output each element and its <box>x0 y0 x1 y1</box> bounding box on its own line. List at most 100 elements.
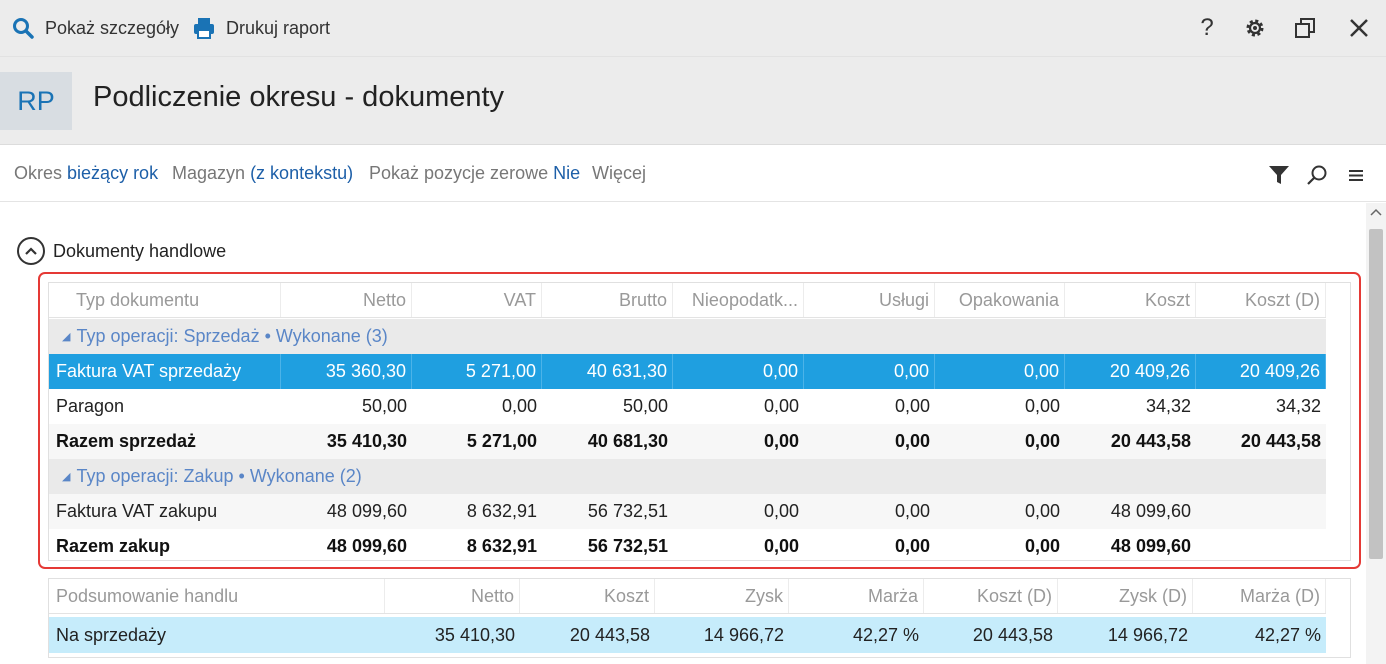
cell: 50,00 <box>361 396 407 416</box>
cell: Na sprzedaży <box>56 624 167 645</box>
page-header: RP Podliczenie okresu - dokumenty <box>0 56 1386 145</box>
cell: 20 443,58 <box>569 624 650 645</box>
cell: 0,00 <box>804 354 935 389</box>
cell: 40 681,30 <box>587 431 668 451</box>
funnel-icon <box>1269 166 1289 184</box>
menu-button[interactable] <box>1343 162 1369 188</box>
summary-grid: Podsumowanie handlu Netto Koszt Zysk Mar… <box>48 578 1351 658</box>
col-header-cost-d[interactable]: Koszt (D) <box>1196 283 1326 317</box>
summary-row[interactable]: Na sprzedaży 35 410,30 20 443,58 14 966,… <box>49 617 1326 653</box>
col-header-untaxed[interactable]: Nieopodatk... <box>673 283 804 317</box>
summary-col-margin[interactable]: Marża <box>789 579 924 613</box>
zero-items-filter[interactable]: Pokaż pozycje zerowe Nie <box>369 163 580 184</box>
printer-icon <box>194 18 214 39</box>
warehouse-filter-label: Magazyn <box>172 163 246 183</box>
cell: Faktura VAT zakupu <box>56 501 218 521</box>
cell: 34,32 <box>1275 396 1321 416</box>
show-details-label: Pokaż szczegóły <box>45 17 180 38</box>
col-header-type[interactable]: Typ dokumentu <box>69 283 281 317</box>
table-row[interactable]: Faktura VAT zakupu 48 099,60 8 632,91 56… <box>49 494 1326 529</box>
cell: 8 632,91 <box>466 501 537 521</box>
grid-header-row: Typ dokumentu Netto VAT Brutto Nieopodat… <box>49 283 1326 318</box>
cell: 48 099,60 <box>326 536 407 556</box>
cell: 8 632,91 <box>466 536 537 556</box>
summary-col-cost-d[interactable]: Koszt (D) <box>924 579 1058 613</box>
documents-grid: Typ dokumentu Netto VAT Brutto Nieopodat… <box>48 282 1351 561</box>
warehouse-filter[interactable]: Magazyn (z kontekstu) <box>172 163 353 184</box>
col-header-cost[interactable]: Koszt <box>1065 283 1196 317</box>
summary-col-profit[interactable]: Zysk <box>655 579 789 613</box>
summary-col-netto[interactable]: Netto <box>385 579 520 613</box>
col-header-brutto[interactable]: Brutto <box>542 283 673 317</box>
toolbar: Pokaż szczegóły Drukuj raport ? <box>0 0 1386 56</box>
help-button[interactable]: ? <box>1189 12 1225 44</box>
settings-button[interactable] <box>1237 12 1273 44</box>
cell: 0,00 <box>763 396 799 416</box>
cell: 5 271,00 <box>412 354 542 389</box>
expand-triangle-icon[interactable]: ◢ <box>62 470 70 483</box>
group-title-purchase: Typ operacji: Zakup • Wykonane (2) <box>76 466 362 486</box>
cell: 20 409,26 <box>1196 354 1326 389</box>
cell: 0,00 <box>501 396 537 416</box>
cell: 56 732,51 <box>587 536 668 556</box>
more-filters-link[interactable]: Więcej <box>592 163 646 184</box>
zero-items-filter-value: Nie <box>553 163 581 183</box>
cell: 56 732,51 <box>587 501 668 521</box>
cell: 0,00 <box>763 431 799 451</box>
search-icon <box>1307 165 1327 185</box>
total-row-purchase[interactable]: Razem zakup 48 099,60 8 632,91 56 732,51… <box>49 529 1326 564</box>
cell: 0,00 <box>894 536 930 556</box>
period-filter-label: Okres <box>14 163 63 183</box>
restore-window-button[interactable] <box>1287 12 1323 44</box>
print-report-button[interactable]: Drukuj raport <box>192 14 330 42</box>
cell: 0,00 <box>894 431 930 451</box>
filter-button[interactable] <box>1266 162 1292 188</box>
group-row-sales[interactable]: ◢ Typ operacji: Sprzedaż • Wykonane (3) <box>49 319 1326 354</box>
cell: 0,00 <box>1024 536 1060 556</box>
cell: 20 443,58 <box>1110 431 1191 451</box>
summary-col-margin-d[interactable]: Marża (D) <box>1193 579 1326 613</box>
cell: 35 360,30 <box>281 354 412 389</box>
cell: Razem sprzedaż <box>56 431 197 451</box>
cell <box>1196 494 1326 529</box>
total-row-sales[interactable]: Razem sprzedaż 35 410,30 5 271,00 40 681… <box>49 424 1326 459</box>
vertical-scrollbar[interactable] <box>1366 203 1386 664</box>
show-details-button[interactable]: Pokaż szczegóły <box>11 14 179 42</box>
scrollbar-thumb[interactable] <box>1369 229 1383 559</box>
cell: 0,00 <box>935 354 1065 389</box>
cell: 20 443,58 <box>972 624 1053 645</box>
close-button[interactable] <box>1341 12 1377 44</box>
summary-col-profit-d[interactable]: Zysk (D) <box>1058 579 1193 613</box>
col-header-netto[interactable]: Netto <box>281 283 412 317</box>
section-documents-header[interactable]: Dokumenty handlowe <box>17 236 226 266</box>
cell <box>1196 529 1326 564</box>
summary-col-cost[interactable]: Koszt <box>520 579 655 613</box>
table-row[interactable]: Paragon 50,00 0,00 50,00 0,00 0,00 0,00 … <box>49 389 1326 424</box>
cell: 0,00 <box>894 396 930 416</box>
expand-triangle-icon[interactable]: ◢ <box>62 330 70 343</box>
search-button[interactable] <box>1304 162 1330 188</box>
period-filter-value: bieżący rok <box>67 163 159 183</box>
cell: 0,00 <box>763 536 799 556</box>
restore-window-icon <box>1295 18 1315 38</box>
cell: 42,27 % <box>1254 624 1321 645</box>
cell: Faktura VAT sprzedaży <box>49 354 281 389</box>
summary-header-row: Podsumowanie handlu Netto Koszt Zysk Mar… <box>49 579 1326 614</box>
period-filter[interactable]: Okres bieżący rok <box>14 163 158 184</box>
collapse-icon[interactable] <box>17 237 45 265</box>
summary-col-title[interactable]: Podsumowanie handlu <box>49 579 385 613</box>
zero-items-filter-label: Pokaż pozycje zerowe <box>369 163 549 183</box>
group-row-purchase[interactable]: ◢ Typ operacji: Zakup • Wykonane (2) <box>49 459 1326 494</box>
cell: 0,00 <box>894 501 930 521</box>
close-icon <box>1350 19 1368 37</box>
col-header-packaging[interactable]: Opakowania <box>935 283 1065 317</box>
cell: Razem zakup <box>56 536 171 556</box>
col-header-services[interactable]: Usługi <box>804 283 935 317</box>
cell: Paragon <box>56 396 125 416</box>
table-row[interactable]: Faktura VAT sprzedaży 35 360,30 5 271,00… <box>49 354 1326 389</box>
col-header-vat[interactable]: VAT <box>412 283 542 317</box>
app-badge: RP <box>0 72 72 130</box>
cell: 48 099,60 <box>1110 536 1191 556</box>
scroll-up-icon[interactable] <box>1370 207 1382 217</box>
cell: 14 966,72 <box>703 624 784 645</box>
